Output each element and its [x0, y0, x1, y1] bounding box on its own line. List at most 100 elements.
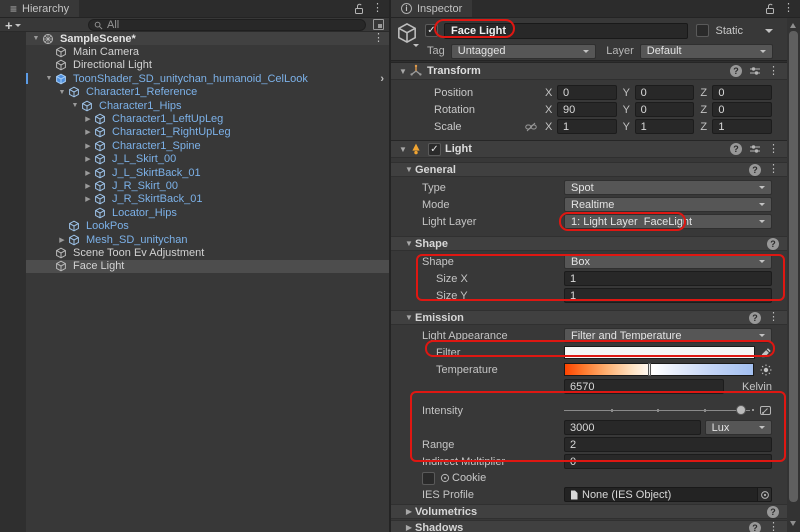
- light-meter-icon[interactable]: [759, 404, 772, 417]
- hierarchy-menu-icon[interactable]: ⋮: [372, 3, 383, 14]
- object-picker-icon[interactable]: [758, 487, 772, 502]
- scale-z-field[interactable]: 1: [712, 119, 773, 134]
- hierarchy-item[interactable]: Scene Toon Ev Adjustment: [26, 246, 389, 259]
- hierarchy-item[interactable]: ▼ ToonShader_SD_unitychan_humanoid_CelLoo…: [26, 72, 389, 85]
- scene-menu-icon[interactable]: ⋮: [373, 33, 384, 44]
- shape-dropdown[interactable]: Box: [564, 254, 772, 269]
- section-menu-icon[interactable]: ⋮: [768, 312, 779, 323]
- create-object-button[interactable]: +: [5, 18, 21, 33]
- help-icon[interactable]: ?: [730, 143, 742, 155]
- rotation-z-field[interactable]: 0: [712, 102, 773, 117]
- eyedropper-icon[interactable]: [761, 347, 772, 358]
- component-menu-icon[interactable]: ⋮: [768, 65, 779, 77]
- name-field[interactable]: Face Light: [444, 22, 689, 39]
- foldout-open-icon[interactable]: ▼: [43, 75, 55, 82]
- presets-icon[interactable]: [749, 144, 761, 154]
- help-icon[interactable]: ?: [749, 311, 761, 324]
- search-window-icon[interactable]: [373, 19, 384, 30]
- component-menu-icon[interactable]: ⋮: [768, 143, 779, 155]
- foldout-closed-icon[interactable]: ▶: [82, 169, 94, 177]
- position-x-field[interactable]: 0: [557, 85, 617, 100]
- presets-icon[interactable]: [749, 66, 761, 76]
- hierarchy-item[interactable]: ▶ J_L_SkirtBack_01: [26, 166, 389, 179]
- unlock-icon[interactable]: [354, 3, 364, 15]
- foldout-closed-icon[interactable]: ▶: [82, 142, 94, 150]
- hierarchy-scene-row[interactable]: ▼ SampleScene* ⋮: [26, 32, 389, 46]
- help-icon[interactable]: ?: [749, 521, 761, 532]
- hierarchy-item[interactable]: Directional Light: [26, 59, 389, 72]
- scroll-up-icon[interactable]: [790, 23, 796, 28]
- filter-color-swatch[interactable]: [564, 346, 755, 359]
- layer-dropdown[interactable]: Default: [639, 43, 773, 59]
- hierarchy-item[interactable]: ▶ J_L_Skirt_00: [26, 153, 389, 166]
- slider-handle[interactable]: [736, 405, 746, 415]
- help-icon[interactable]: ?: [749, 163, 761, 176]
- foldout-open-icon[interactable]: ▼: [397, 67, 409, 76]
- foldout-closed-icon[interactable]: ▶: [56, 236, 68, 244]
- unlock-icon[interactable]: [765, 3, 775, 15]
- light-appearance-dropdown[interactable]: Filter and Temperature: [564, 328, 772, 343]
- hierarchy-item[interactable]: ▶ J_R_SkirtBack_01: [26, 193, 389, 206]
- rotation-x-field[interactable]: 90: [557, 102, 617, 117]
- foldout-open-icon[interactable]: ▼: [403, 313, 415, 322]
- type-dropdown[interactable]: Spot: [564, 180, 772, 195]
- general-section-header[interactable]: ▼ General ? ⋮: [391, 162, 787, 177]
- intensity-field[interactable]: 3000: [564, 420, 701, 435]
- gameobject-cube-icon[interactable]: [396, 22, 418, 44]
- position-z-field[interactable]: 0: [712, 85, 773, 100]
- shape-section-header[interactable]: ▼ Shape ?: [391, 236, 787, 251]
- range-field[interactable]: 2: [564, 437, 772, 452]
- foldout-open-icon[interactable]: ▼: [403, 165, 415, 174]
- active-checkbox[interactable]: ✓: [425, 24, 438, 37]
- foldout-closed-icon[interactable]: ▶: [82, 155, 94, 163]
- hierarchy-item[interactable]: ▶ J_R_Skirt_00: [26, 179, 389, 192]
- mode-dropdown[interactable]: Realtime: [564, 197, 772, 212]
- gameobject-icon-caret[interactable]: [413, 44, 419, 47]
- prefab-open-chevron-icon[interactable]: ›: [380, 73, 384, 85]
- tab-hierarchy[interactable]: ≡ Hierarchy: [0, 0, 80, 17]
- foldout-closed-icon[interactable]: ▶: [82, 115, 94, 123]
- ies-object-field[interactable]: None (IES Object): [564, 487, 758, 502]
- foldout-closed-icon[interactable]: ▶: [82, 195, 94, 203]
- foldout-closed-icon[interactable]: ▶: [82, 128, 94, 136]
- help-icon[interactable]: ?: [767, 237, 779, 250]
- static-caret-icon[interactable]: [765, 28, 773, 33]
- hierarchy-item[interactable]: ▶ Character1_Spine: [26, 139, 389, 152]
- light-layer-dropdown[interactable]: 1: Light Layer FaceLight: [564, 214, 772, 229]
- shadows-section-header[interactable]: ▶ Shadows ? ⋮: [391, 520, 787, 532]
- inspector-scrollbar[interactable]: [787, 18, 800, 532]
- help-icon[interactable]: ?: [767, 505, 779, 518]
- transform-header[interactable]: ▼ Transform ? ⋮: [391, 62, 787, 80]
- position-y-field[interactable]: 0: [634, 85, 695, 100]
- size-y-field[interactable]: 1: [564, 288, 772, 303]
- help-icon[interactable]: ?: [730, 65, 742, 77]
- scale-y-field[interactable]: 1: [634, 119, 695, 134]
- scrollbar-thumb[interactable]: [789, 31, 798, 502]
- size-x-field[interactable]: 1: [564, 271, 772, 286]
- hierarchy-item[interactable]: LookPos: [26, 219, 389, 232]
- intensity-slider[interactable]: [564, 402, 772, 419]
- foldout-closed-icon[interactable]: ▶: [82, 182, 94, 190]
- temperature-slider[interactable]: [564, 363, 754, 376]
- foldout-open-icon[interactable]: ▼: [397, 145, 409, 154]
- hierarchy-item[interactable]: Face Light: [26, 259, 389, 274]
- hierarchy-item[interactable]: Main Camera: [26, 45, 389, 58]
- foldout-open-icon[interactable]: ▼: [403, 239, 415, 248]
- hierarchy-item[interactable]: ▼ Character1_Reference: [26, 86, 389, 99]
- tag-dropdown[interactable]: Untagged: [450, 43, 597, 59]
- link-scale-icon[interactable]: [525, 122, 537, 132]
- intensity-unit-dropdown[interactable]: Lux: [704, 420, 772, 435]
- indirect-multiplier-field[interactable]: 0: [564, 454, 772, 469]
- light-header[interactable]: ▼ ✓ Light ? ⋮: [391, 140, 787, 158]
- foldout-closed-icon[interactable]: ▶: [403, 507, 415, 516]
- cookie-checkbox[interactable]: [422, 471, 435, 485]
- rotation-y-field[interactable]: 0: [634, 102, 695, 117]
- scroll-down-icon[interactable]: [790, 521, 796, 526]
- temperature-field[interactable]: 6570: [564, 379, 724, 394]
- hierarchy-item[interactable]: ▶ Character1_RightUpLeg: [26, 126, 389, 139]
- section-menu-icon[interactable]: ⋮: [768, 522, 779, 532]
- section-menu-icon[interactable]: ⋮: [768, 164, 779, 175]
- emission-section-header[interactable]: ▼ Emission ? ⋮: [391, 310, 787, 325]
- inspector-menu-icon[interactable]: ⋮: [783, 3, 794, 14]
- hierarchy-item[interactable]: ▶ Mesh_SD_unitychan: [26, 233, 389, 246]
